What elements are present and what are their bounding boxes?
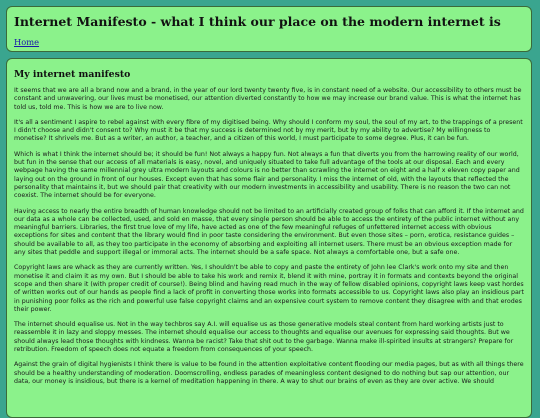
site-header: Internet Manifesto - what I think our pl… [6,6,532,52]
site-title: Internet Manifesto - what I think our pl… [14,14,501,29]
article-paragraph: Copyright laws are whack as they are cur… [14,264,524,313]
article-paragraph: It's all a sentiment I aspire to rebel a… [14,118,523,143]
home-link[interactable]: Home [14,37,39,48]
article-paragraph: Having access to nearly the entire bread… [14,207,524,257]
article-paragraph: Against the grain of digital hygienists … [14,361,524,385]
article-paragraph: It seems that we are all a brand now and… [14,87,522,111]
main-content: My internet manifesto It seems that we a… [6,58,532,418]
article-title: My internet manifesto [14,69,131,80]
article-paragraph: Which is what I think the internet shoul… [14,150,520,200]
article-paragraph: The internet should equalise us. Not in … [14,321,514,354]
